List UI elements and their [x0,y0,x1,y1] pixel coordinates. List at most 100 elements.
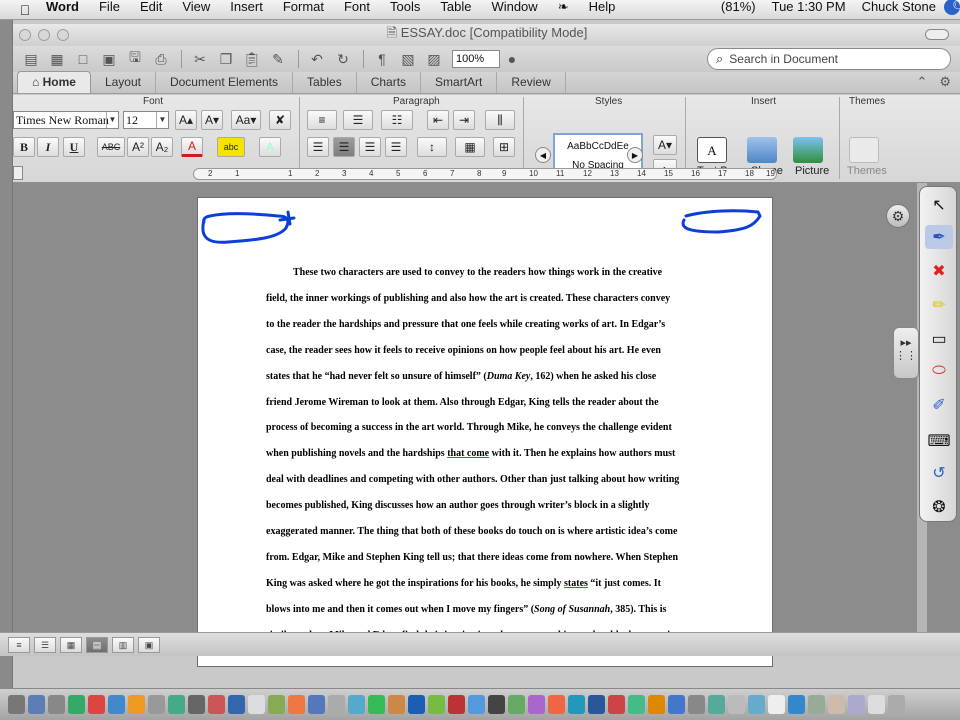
styles-next-icon[interactable]: ▶ [627,147,643,163]
redo-icon[interactable]: ↻ [331,48,355,70]
app-icon[interactable] [428,695,445,714]
clock[interactable]: Tue 1:30 PM [764,0,854,14]
app-icon[interactable] [188,695,205,714]
app-icon[interactable] [228,695,245,714]
user-name[interactable]: Chuck Stone [854,0,944,14]
columns-button[interactable]: ⫼ [485,110,515,130]
superscript-button[interactable]: A² [127,137,149,157]
bold-button[interactable]: B [13,137,35,157]
app-icon[interactable] [288,695,305,714]
outline-view-button[interactable]: ☰ [34,637,56,653]
app-icon[interactable] [668,695,685,714]
search-field[interactable]: ⌕ Search in Document [707,48,951,70]
pilcrow-icon[interactable]: ¶ [370,48,394,70]
arrow-icon[interactable]: ↖ [925,193,953,217]
app-icon[interactable] [688,695,705,714]
undo-icon[interactable]: ↺ [925,461,953,485]
app-icon[interactable] [648,695,665,714]
app-icon[interactable] [608,695,625,714]
tab-stop-selector[interactable] [13,166,23,180]
grow-font-button[interactable]: A▴ [175,110,197,130]
app-icon[interactable] [68,695,85,714]
new-document-icon[interactable]: □ [71,48,95,70]
app-icon[interactable] [468,695,485,714]
undo-icon[interactable]: ↶ [305,48,329,70]
tab-home[interactable]: ⌂ Home [17,71,91,93]
highlight-button[interactable]: abc [217,137,245,157]
focus-view-button[interactable]: ▣ [138,637,160,653]
app-icon[interactable] [488,695,505,714]
trash-icon[interactable] [888,695,905,714]
ribbon-settings-icon[interactable]: ⚙ [939,74,951,90]
increase-indent-button[interactable]: ⇥ [453,110,475,130]
picture-label[interactable]: Picture [795,165,829,177]
document-page[interactable]: These two characters are used to convey … [197,197,773,667]
tab-tables[interactable]: Tables [293,72,357,93]
app-icon[interactable] [388,695,405,714]
align-right-button[interactable]: ☰ [359,137,381,157]
menu-table[interactable]: Table [430,0,481,14]
app-icon[interactable] [708,695,725,714]
pen-icon[interactable]: ✒ [925,225,953,249]
text-icon[interactable]: ✐ [925,393,953,417]
eraser-icon[interactable]: ▭ [925,327,953,351]
templates-icon[interactable]: ▦ [45,48,69,70]
app-icon[interactable] [748,695,765,714]
collapse-ribbon-icon[interactable]: ⌃ [916,74,927,90]
spotlight-icon[interactable]: 🔍︎ [944,0,960,15]
print-icon[interactable]: ⎙ [149,48,173,70]
save-icon[interactable]: 🖫 [123,48,147,70]
palette-collapse-button[interactable]: ▸▸ ⋮⋮ [893,327,919,379]
print-layout-button[interactable]: ▤ [86,637,108,653]
sidebar-panel-icon[interactable]: ▧ [396,48,420,70]
shading-button[interactable]: ▦ [455,137,485,157]
format-painter-icon[interactable]: ✎ [266,48,290,70]
bullets-button[interactable]: ≡ [307,110,337,130]
app-icon[interactable] [128,695,145,714]
strikethrough-button[interactable]: ABC [97,137,125,157]
clear-formatting-button[interactable]: ✘ [269,110,291,130]
shape-eraser-icon[interactable]: ⬭ [925,359,953,383]
app-icon[interactable] [548,695,565,714]
cut-icon[interactable]: ✂ [188,48,212,70]
app-icon[interactable] [568,695,585,714]
menu-app-word[interactable]: Word [36,0,89,14]
menu-view[interactable]: View [172,0,220,14]
copy-icon[interactable]: ❐ [214,48,238,70]
script-menu-icon[interactable]: ❧ [548,0,579,15]
borders-button[interactable]: ⊞ [493,137,515,157]
tab-review[interactable]: Review [497,72,566,93]
menu-tools[interactable]: Tools [380,0,430,14]
publishing-view-button[interactable]: ▦ [60,637,82,653]
open-icon[interactable]: ▣ [97,48,121,70]
menu-file[interactable]: File [89,0,130,14]
tab-layout[interactable]: Layout [91,72,156,93]
zoom-select[interactable]: 100% [452,50,500,68]
themes-label[interactable]: Themes [847,165,887,177]
font-size-select[interactable]: 12 ▼ [123,111,169,129]
help-icon[interactable]: ● [500,48,524,70]
app-icon[interactable] [308,695,325,714]
numbering-button[interactable]: ☰ [343,110,373,130]
menu-window[interactable]: Window [481,0,547,14]
tab-smartart[interactable]: SmartArt [421,72,498,93]
menu-font[interactable]: Font [334,0,380,14]
styles-pane-button[interactable]: A▾ [653,135,677,155]
menu-help[interactable]: Help [579,0,626,14]
app-icon[interactable] [368,695,385,714]
app-icon[interactable] [508,695,525,714]
shape-icon[interactable] [747,137,777,163]
folder-icon[interactable] [848,695,865,714]
menu-insert[interactable]: Insert [220,0,273,14]
app-icon[interactable] [448,695,465,714]
menu-format[interactable]: Format [273,0,334,14]
folder-icon[interactable] [808,695,825,714]
draft-view-button[interactable]: ≡ [8,637,30,653]
apple-menu-icon[interactable]:  [14,2,36,18]
subscript-button[interactable]: A₂ [151,137,173,157]
settings-icon[interactable]: ❂ [925,495,953,519]
keyboard-icon[interactable]: ⌨ [925,429,953,453]
toolbox-icon[interactable]: ▨ [422,48,446,70]
app-icon[interactable] [88,695,105,714]
app-icon[interactable] [408,695,425,714]
